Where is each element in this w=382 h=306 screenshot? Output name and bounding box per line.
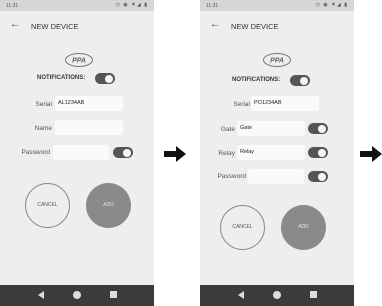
password-label: Password <box>21 149 50 156</box>
status-icons: ◷ ◉ ▼◢ ▮ <box>115 2 148 8</box>
cancel-button[interactable]: CANCEL <box>25 183 70 228</box>
serial-label: Serial <box>35 101 52 108</box>
status-icons: ◷ ◉ ▼◢ ▮ <box>315 2 348 8</box>
cancel-label: CANCEL <box>37 202 58 208</box>
ppa-logo: PPA <box>262 52 292 68</box>
nav-recent-icon[interactable] <box>310 291 317 298</box>
app-bar: ← NEW DEVICE <box>200 16 354 36</box>
notifications-label: NOTIFICATIONS: <box>37 75 86 81</box>
page-title: NEW DEVICE <box>231 22 279 31</box>
add-label: ADD <box>103 202 114 208</box>
page-title: NEW DEVICE <box>31 22 79 31</box>
system-nav-bar <box>200 285 354 306</box>
nav-back-icon[interactable] <box>38 291 44 299</box>
status-time: 11:31 <box>6 3 19 9</box>
add-button[interactable]: ADD <box>281 205 326 250</box>
relay-toggle[interactable] <box>308 147 328 158</box>
flow-arrow-icon <box>164 146 186 162</box>
phone-screen-2: 11:31 ◷ ◉ ▼◢ ▮ ← NEW DEVICE PPA NOTIFICA… <box>200 0 354 306</box>
password-field[interactable] <box>248 169 304 184</box>
relay-label: Relay <box>218 150 235 157</box>
flow-arrow-icon <box>360 146 382 162</box>
logo-text: PPA <box>270 58 284 65</box>
gate-field[interactable]: Gate <box>237 121 305 136</box>
logo-text: PPA <box>72 58 86 65</box>
notifications-label: NOTIFICATIONS: <box>232 77 281 83</box>
relay-field[interactable]: Relay <box>237 145 305 160</box>
notifications-toggle[interactable] <box>290 75 310 86</box>
serial-label: Serial <box>233 101 250 108</box>
name-field[interactable] <box>55 120 123 135</box>
password-visibility-toggle[interactable] <box>113 147 133 158</box>
add-label: ADD <box>298 224 309 230</box>
nav-back-icon[interactable] <box>238 291 244 299</box>
app-bar: ← NEW DEVICE <box>0 16 154 36</box>
phone-screen-1: 11:31 ◷ ◉ ▼◢ ▮ ← NEW DEVICE PPA NOTIFICA… <box>0 0 154 306</box>
nav-home-icon[interactable] <box>273 291 281 299</box>
notifications-toggle[interactable] <box>95 73 115 84</box>
back-arrow-icon[interactable]: ← <box>10 19 20 30</box>
nav-recent-icon[interactable] <box>110 291 117 298</box>
cancel-button[interactable]: CANCEL <box>220 205 265 250</box>
serial-field[interactable]: PO1234AB <box>251 96 319 111</box>
password-label: Password <box>217 173 246 180</box>
password-visibility-toggle[interactable] <box>308 171 328 182</box>
status-bar: 11:31 ◷ ◉ ▼◢ ▮ <box>200 0 354 11</box>
gate-toggle[interactable] <box>308 123 328 134</box>
ppa-logo: PPA <box>64 52 94 68</box>
cancel-label: CANCEL <box>232 224 253 230</box>
system-nav-bar <box>0 285 154 306</box>
gate-label: Gate <box>220 126 235 133</box>
status-bar: 11:31 ◷ ◉ ▼◢ ▮ <box>0 0 154 11</box>
serial-field[interactable]: AL1234AB <box>55 96 123 111</box>
nav-home-icon[interactable] <box>73 291 81 299</box>
back-arrow-icon[interactable]: ← <box>210 19 220 30</box>
add-button[interactable]: ADD <box>86 183 131 228</box>
status-time: 11:31 <box>206 3 219 9</box>
name-label: Name <box>34 125 52 132</box>
password-field[interactable] <box>53 145 109 160</box>
